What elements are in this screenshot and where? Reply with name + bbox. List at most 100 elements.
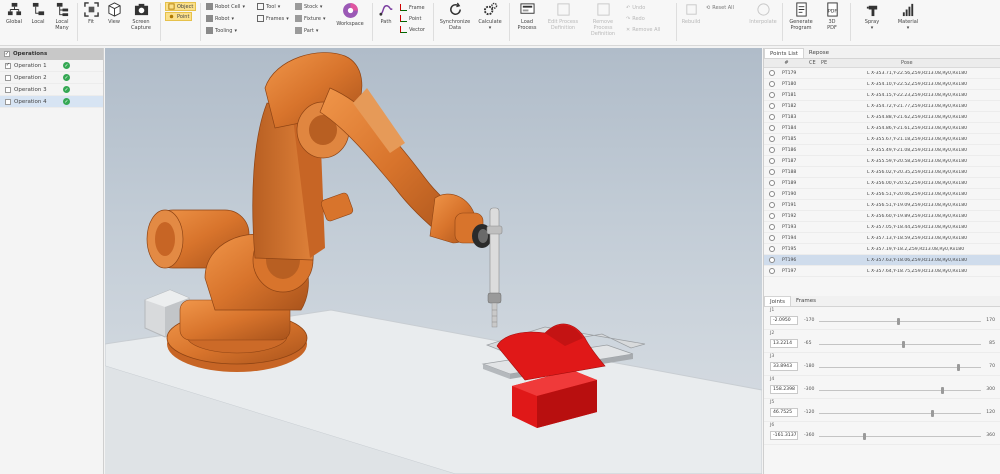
point-radio[interactable] [769, 114, 775, 120]
operation-item[interactable]: ✓ Operation 1 ✓ [0, 60, 103, 72]
3d-pdf-button[interactable]: PDF 3D PDF [820, 2, 844, 31]
tooling-button[interactable]: Tooling ▾ [206, 26, 237, 35]
point-row[interactable]: PT181 L X-354.15,Y-22.23,Z59,Rz13.08,Ry0,… [764, 90, 1000, 101]
synchronize-data-button[interactable]: Synchronize Data [437, 2, 473, 31]
joint-value-input[interactable]: -2.0950 [770, 316, 798, 325]
col-pose[interactable]: Pose [901, 60, 913, 66]
point-row[interactable]: PT185 L X-355.67,Y-21.18,Z59,Rz13.08,Ry0,… [764, 134, 1000, 145]
robot-button[interactable]: Robot ▾ [206, 14, 234, 23]
3d-viewport[interactable] [105, 48, 762, 474]
joint-slider-track[interactable] [819, 413, 981, 414]
joint-value-input[interactable]: 33.8943 [770, 362, 798, 371]
point-row[interactable]: PT179 L X-353.71,Y-22.56,Z59,Rz13.08,Ry0,… [764, 68, 1000, 79]
load-process-button[interactable]: Load Process [513, 2, 541, 31]
point-radio[interactable] [769, 169, 775, 175]
stock-button[interactable]: Stock ▾ [295, 2, 322, 11]
point-row[interactable]: PT194 L X-357.13,Y-18.59,Z59,Rz13.08,Ry0,… [764, 233, 1000, 244]
tab-repose[interactable]: Repose [804, 48, 834, 58]
point-radio[interactable] [769, 125, 775, 131]
joint-slider-thumb[interactable] [896, 318, 900, 325]
operation-item[interactable]: Operation 3 ✓ [0, 84, 103, 96]
joint-value-input[interactable]: -161.3137 [770, 431, 798, 440]
col-ce[interactable]: CE [809, 60, 821, 66]
tab-frames[interactable]: Frames [791, 296, 821, 306]
point-radio[interactable] [769, 268, 775, 274]
vector-button[interactable]: Vector [400, 25, 425, 34]
calculate-button[interactable]: Calculate ▾ [475, 2, 505, 31]
joint-slider-track[interactable] [819, 436, 981, 437]
point-radio[interactable] [769, 158, 775, 164]
generate-program-button[interactable]: Generate Program [786, 2, 816, 31]
point-radio[interactable] [769, 147, 775, 153]
robot-cell-button[interactable]: Robot Cell ▾ [206, 2, 245, 11]
reset-all-button[interactable]: ⟲ Reset All [706, 3, 734, 12]
spray-button[interactable]: Spray ▾ [860, 2, 884, 31]
path-button[interactable]: Path [376, 2, 396, 25]
point-row[interactable]: PT195 L X-357.19,Y-18.2,Z59,Rz13.08,Ry0,R… [764, 244, 1000, 255]
joint-value-input[interactable]: 13.2214 [770, 339, 798, 348]
point-row[interactable]: PT180 L X-354.10,Y-22.52,Z59,Rz13.08,Ry0,… [764, 79, 1000, 90]
rebuild-button[interactable]: Rebuild [680, 2, 702, 25]
point-radio[interactable] [769, 136, 775, 142]
point-radio[interactable] [769, 92, 775, 98]
joint-slider-track[interactable] [819, 344, 981, 345]
frames-button[interactable]: Frames ▾ [257, 14, 289, 23]
operations-all-checkbox[interactable]: ✓ [4, 51, 10, 57]
point-row[interactable]: PT188 L X-356.02,Y-20.35,Z59,Rz13.08,Ry0,… [764, 167, 1000, 178]
remove-all-button[interactable]: ✕ Remove All [626, 25, 660, 34]
operation-checkbox[interactable] [5, 86, 11, 93]
point-row[interactable]: PT189 L X-356.00,Y-20.52,Z59,Rz13.08,Ry0,… [764, 178, 1000, 189]
edit-process-button[interactable]: Edit Process Definition [545, 2, 581, 31]
point-radio[interactable] [769, 235, 775, 241]
joint-slider-thumb[interactable] [862, 433, 866, 440]
point-radio[interactable] [769, 246, 775, 252]
operation-checkbox[interactable]: ✓ [5, 62, 11, 69]
operation-item[interactable]: Operation 4 ✓ [0, 96, 103, 108]
operations-header[interactable]: ✓ Operations [0, 48, 103, 60]
point-row[interactable]: PT187 L X-355.59,Y-20.58,Z59,Rz13.08,Ry0,… [764, 156, 1000, 167]
point-radio[interactable] [769, 224, 775, 230]
col-num[interactable]: # [764, 60, 809, 66]
redo-button[interactable]: ↷ Redo [626, 14, 645, 23]
point-radio[interactable] [769, 180, 775, 186]
tab-joints[interactable]: Joints [764, 296, 792, 306]
point-row[interactable]: PT192 L X-356.60,Y-19.89,Z59,Rz13.08,Ry0,… [764, 211, 1000, 222]
joint-value-input[interactable]: 158.2398 [770, 385, 798, 394]
frame-button[interactable]: Frame [400, 3, 425, 12]
interpolate-button[interactable]: Interpolate [748, 2, 778, 25]
point-radio[interactable] [769, 257, 775, 263]
point-row[interactable]: PT197 L X-357.64,Y-18.75,Z59,Rz13.08,Ry0,… [764, 266, 1000, 277]
local-button[interactable]: Local [27, 2, 49, 25]
point-selector[interactable]: Point [165, 12, 193, 21]
joint-slider-track[interactable] [819, 321, 981, 322]
tab-points-list[interactable]: Points List [764, 48, 804, 58]
operation-checkbox[interactable] [5, 74, 11, 81]
undo-button[interactable]: ↶ Undo [626, 3, 645, 12]
col-pe[interactable]: PE [821, 60, 901, 66]
point-radio[interactable] [769, 81, 775, 87]
local-many-button[interactable]: Local Many [50, 2, 74, 31]
object-selector[interactable]: Object [165, 2, 197, 11]
point-row[interactable]: PT196 L X-357.63,Y-18.06,Z59,Rz13.08,Ry0,… [764, 255, 1000, 266]
point-row[interactable]: PT182 L X-354.72,Y-21.77,Z59,Rz13.08,Ry0,… [764, 101, 1000, 112]
point-row[interactable]: PT184 L X-354.86,Y-21.61,Z59,Rz13.08,Ry0,… [764, 123, 1000, 134]
point-row[interactable]: PT190 L X-356.51,Y-20.06,Z59,Rz13.08,Ry0,… [764, 189, 1000, 200]
workspace-button[interactable]: Workspace [333, 2, 367, 27]
screen-capture-button[interactable]: Screen Capture [127, 2, 155, 31]
point-radio[interactable] [769, 191, 775, 197]
joint-slider-thumb[interactable] [901, 341, 905, 348]
joint-slider-thumb[interactable] [940, 387, 944, 394]
remove-process-button[interactable]: Remove Process Definition [583, 2, 623, 37]
point-radio[interactable] [769, 213, 775, 219]
point-radio[interactable] [769, 103, 775, 109]
joint-value-input[interactable]: 46.7525 [770, 408, 798, 417]
material-button[interactable]: Material ▾ [894, 2, 922, 31]
joint-slider-thumb[interactable] [956, 364, 960, 371]
point-row[interactable]: PT183 L X-354.88,Y-21.62,Z59,Rz13.08,Ry0,… [764, 112, 1000, 123]
fixture-button[interactable]: Fixture ▾ [295, 14, 326, 23]
part-button[interactable]: Part ▾ [295, 26, 318, 35]
point-row[interactable]: PT186 L X-355.49,Y-21.08,Z59,Rz13.08,Ry0,… [764, 145, 1000, 156]
point-row[interactable]: PT193 L X-357.05,Y-18.44,Z59,Rz13.08,Ry0,… [764, 222, 1000, 233]
point-radio[interactable] [769, 202, 775, 208]
operation-item[interactable]: Operation 2 ✓ [0, 72, 103, 84]
